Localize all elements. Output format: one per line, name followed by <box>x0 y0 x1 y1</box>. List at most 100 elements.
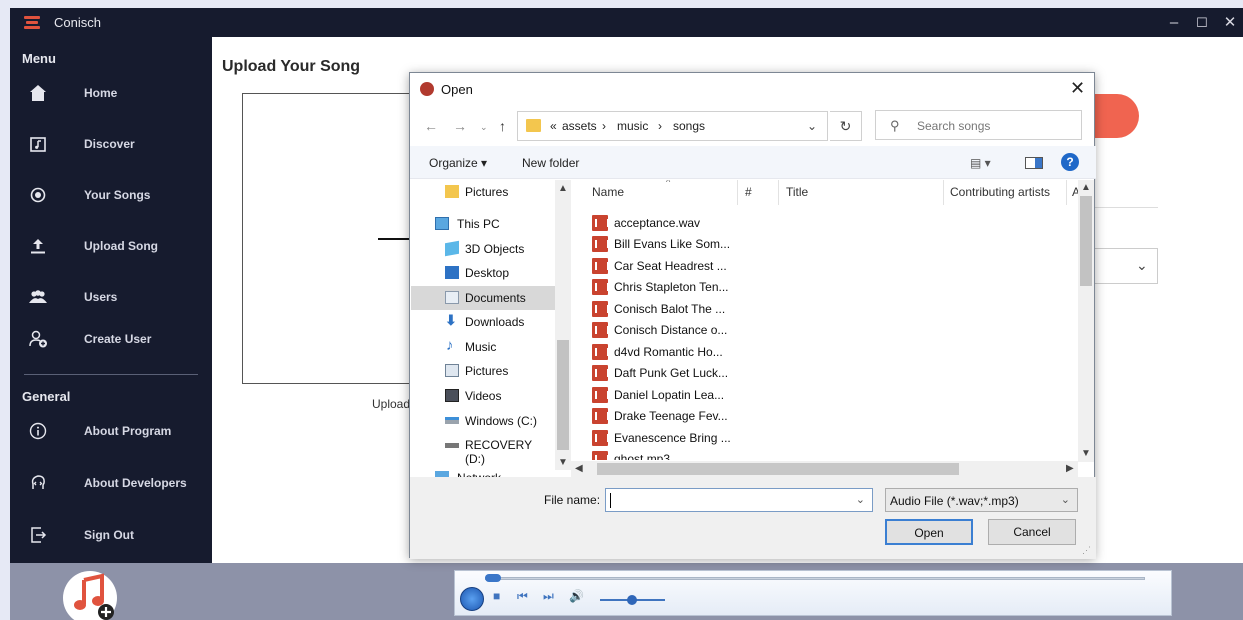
scroll-thumb[interactable] <box>1080 196 1092 286</box>
nav-item-downloads[interactable]: ⬇ Downloads <box>411 310 555 334</box>
dropzone-label: Upload <box>372 397 411 411</box>
nav-item-music[interactable]: ♪ Music <box>411 335 555 359</box>
previous-icon[interactable]: ⏮ <box>517 589 528 604</box>
genre-select[interactable]: ⌄ <box>1092 248 1158 284</box>
refresh-button[interactable]: ↻ <box>830 111 862 141</box>
file-list-horizontal-scrollbar[interactable]: ◀ ▶ <box>571 461 1078 477</box>
column-header-name[interactable]: Name <box>592 185 624 199</box>
help-icon[interactable]: ? <box>1061 153 1079 171</box>
resize-grip-icon[interactable]: ⋰ <box>1082 545 1091 556</box>
nav-item-recovery-d[interactable]: RECOVERY (D:) <box>411 433 555 466</box>
stop-icon[interactable]: ■ <box>493 589 500 603</box>
scroll-right-icon[interactable]: ▶ <box>1066 463 1074 474</box>
open-button[interactable]: Open <box>885 519 973 545</box>
audio-file-icon <box>592 451 609 460</box>
radio-button-icon <box>30 187 46 203</box>
sidebar-item-create-user[interactable]: Create User <box>10 322 212 356</box>
computer-icon <box>435 217 449 230</box>
nav-item-label: Desktop <box>465 266 510 280</box>
sidebar-item-upload-song[interactable]: Upload Song <box>10 229 212 263</box>
nav-item-pictures-library[interactable]: Pictures <box>411 359 555 383</box>
next-icon[interactable]: ⏭ <box>543 589 554 604</box>
sidebar-item-sign-out[interactable]: Sign Out <box>10 518 212 552</box>
player-bar: ■ ⏮ ⏭ 🔊 <box>10 563 1243 620</box>
file-list-vertical-scrollbar[interactable]: ▲ ▼ <box>1078 180 1094 462</box>
nav-item-3d-objects[interactable]: 3D Objects <box>411 237 555 261</box>
app-logo-icon <box>24 16 40 29</box>
column-header-title[interactable]: Title <box>786 185 808 199</box>
file-name-input[interactable]: ⌄ <box>605 488 873 512</box>
organize-menu[interactable]: Organize ▾ <box>429 156 487 170</box>
nav-item-pictures[interactable]: Pictures <box>411 180 555 204</box>
chevron-down-icon[interactable]: ⌄ <box>856 493 865 506</box>
sidebar-item-about-program[interactable]: About Program <box>10 414 212 448</box>
scroll-thumb[interactable] <box>597 463 959 475</box>
chevron-down-icon[interactable]: ⌄ <box>807 119 817 133</box>
breadcrumb-music[interactable]: music <box>617 119 648 133</box>
nav-item-desktop[interactable]: Desktop <box>411 261 555 285</box>
sidebar: Menu Home Discover Your Songs Upload Son… <box>10 37 212 563</box>
nav-item-videos[interactable]: Videos <box>411 384 555 408</box>
scroll-thumb[interactable] <box>557 340 569 450</box>
file-name: Drake Teenage Fev... <box>614 409 728 423</box>
new-folder-button[interactable]: New folder <box>522 156 579 170</box>
sidebar-item-users[interactable]: Users <box>10 280 212 314</box>
audio-file-icon <box>592 430 609 446</box>
column-divider[interactable] <box>737 180 738 205</box>
file-name: Daniel Lopatin Lea... <box>614 388 725 402</box>
general-heading: General <box>22 389 71 404</box>
sidebar-item-about-developers[interactable]: About Developers <box>10 466 212 500</box>
nav-item-documents[interactable]: Documents <box>411 286 555 310</box>
volume-thumb[interactable] <box>627 595 637 605</box>
audio-file-icon <box>592 365 609 381</box>
scroll-up-icon[interactable]: ▲ <box>558 183 568 194</box>
sidebar-item-discover[interactable]: Discover <box>10 127 212 161</box>
users-icon <box>29 290 47 303</box>
minimize-button[interactable]: – <box>1160 12 1188 34</box>
breadcrumb-overflow[interactable]: « <box>550 119 557 133</box>
add-music-icon[interactable] <box>62 570 118 620</box>
sidebar-item-your-songs[interactable]: Your Songs <box>10 178 212 212</box>
close-button[interactable]: ✕ <box>1216 12 1243 34</box>
column-divider[interactable] <box>943 180 944 205</box>
nav-item-label: Windows (C:) <box>465 414 538 428</box>
column-header-contributing-artists[interactable]: Contributing artists <box>950 185 1050 199</box>
play-button[interactable] <box>460 587 484 611</box>
up-arrow-icon[interactable]: ↑ <box>499 118 506 134</box>
nav-item-this-pc[interactable]: This PC <box>411 212 555 236</box>
volume-icon[interactable]: 🔊 <box>569 589 584 603</box>
nav-item-label: 3D Objects <box>465 242 525 256</box>
navigation-scrollbar[interactable]: ▲ ▼ <box>555 180 571 470</box>
scroll-down-icon[interactable]: ▼ <box>1081 448 1091 459</box>
audio-file-icon <box>592 279 609 295</box>
open-file-dialog: Open ✕ ← → ⌄ ↑ « assets › music › songs … <box>409 72 1096 559</box>
seek-bar[interactable] <box>485 577 1145 580</box>
recent-locations-icon[interactable]: ⌄ <box>480 122 488 133</box>
search-placeholder: Search songs <box>917 119 991 133</box>
column-divider[interactable] <box>778 180 779 205</box>
preview-pane-icon[interactable] <box>1025 157 1043 169</box>
breadcrumb-assets[interactable]: assets <box>562 119 597 133</box>
address-bar[interactable]: « assets › music › songs ⌄ <box>517 111 828 141</box>
file-type-select[interactable]: Audio File (*.wav;*.mp3) ⌄ <box>885 488 1078 512</box>
cancel-button[interactable]: Cancel <box>988 519 1076 545</box>
scroll-up-icon[interactable]: ▲ <box>1081 182 1091 193</box>
folder-icon <box>445 185 459 198</box>
column-header-number[interactable]: # <box>745 185 752 199</box>
dialog-close-button[interactable]: ✕ <box>1070 78 1085 99</box>
breadcrumb-songs[interactable]: songs <box>673 119 705 133</box>
sidebar-item-label: Sign Out <box>84 528 134 542</box>
nav-item-windows-c[interactable]: Windows (C:) <box>411 409 555 433</box>
audio-file-icon <box>592 322 609 338</box>
sidebar-item-home[interactable]: Home <box>10 76 212 110</box>
seek-thumb[interactable] <box>485 574 501 582</box>
scroll-left-icon[interactable]: ◀ <box>575 463 583 474</box>
maximize-button[interactable]: ☐ <box>1188 12 1216 34</box>
file-name: Chris Stapleton Ten... <box>614 280 729 294</box>
search-input[interactable]: ⚲ Search songs <box>875 110 1082 140</box>
scroll-down-icon[interactable]: ▼ <box>558 457 568 468</box>
back-arrow-icon[interactable]: ← <box>424 118 438 134</box>
view-options-icon[interactable]: ▤ ▾ <box>970 156 991 170</box>
column-divider[interactable] <box>1066 180 1067 205</box>
forward-arrow-icon[interactable]: → <box>453 118 467 134</box>
